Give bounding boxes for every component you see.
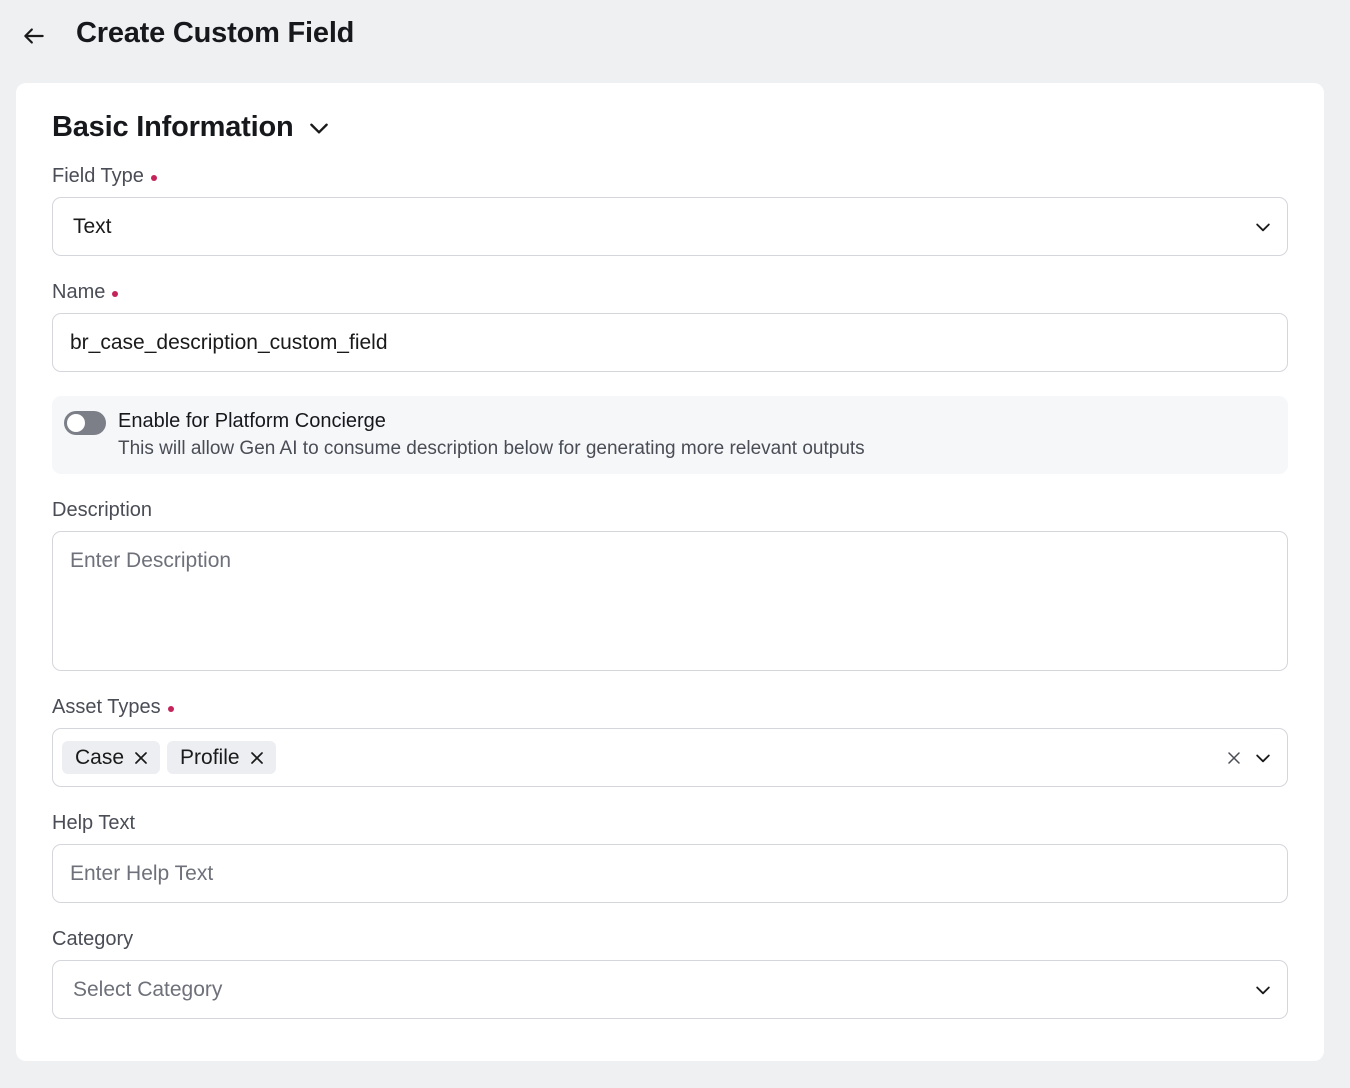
name-input[interactable]: br_case_description_custom_field — [52, 313, 1288, 372]
chevron-down-icon — [1256, 986, 1270, 994]
toggle-knob — [67, 414, 85, 432]
name-label: Name — [52, 281, 119, 304]
name-value: br_case_description_custom_field — [70, 330, 388, 354]
required-indicator — [112, 290, 119, 297]
description-label: Description — [52, 499, 152, 522]
chip-label: Case — [75, 745, 125, 769]
chevron-down-icon — [1256, 223, 1270, 231]
field-type-label-text: Field Type — [52, 165, 144, 187]
concierge-description: This will allow Gen AI to consume descri… — [118, 438, 865, 459]
asset-types-label-text: Asset Types — [52, 696, 161, 718]
category-select[interactable]: Select Category — [52, 960, 1288, 1019]
concierge-toggle[interactable] — [64, 411, 106, 435]
description-label-text: Description — [52, 499, 153, 521]
asset-types-multiselect[interactable]: Case Profile — [52, 728, 1288, 787]
page-header: Create Custom Field — [0, 0, 1350, 76]
chip-label: Profile — [180, 745, 240, 769]
asset-types-label: Asset Types — [52, 696, 174, 719]
required-indicator — [167, 705, 174, 712]
section-toggle-basic-information[interactable]: Basic Information — [52, 111, 332, 144]
field-type-label: Field Type — [52, 165, 157, 188]
page-title: Create Custom Field — [76, 17, 355, 49]
back-button[interactable] — [20, 22, 48, 50]
name-label-text: Name — [52, 281, 106, 303]
description-textarea[interactable]: Enter Description — [52, 531, 1288, 671]
concierge-title: Enable for Platform Concierge — [118, 410, 386, 432]
concierge-panel: Enable for Platform Concierge This will … — [52, 396, 1288, 474]
description-placeholder: Enter Description — [70, 549, 232, 572]
close-icon[interactable] — [134, 751, 148, 765]
arrow-left-icon — [24, 28, 44, 44]
help-text-label: Help Text — [52, 812, 135, 835]
help-text-input[interactable]: Enter Help Text — [52, 844, 1288, 903]
chip-profile: Profile — [167, 741, 276, 774]
category-label: Category — [52, 928, 133, 951]
required-indicator — [150, 174, 157, 181]
field-type-select[interactable]: Text — [52, 197, 1288, 256]
form-card: Basic Information Field Type Text Name b… — [16, 83, 1324, 1061]
category-placeholder: Select Category — [73, 977, 223, 1001]
clear-all-icon[interactable] — [1227, 751, 1241, 765]
close-icon[interactable] — [250, 751, 264, 765]
help-text-placeholder: Enter Help Text — [70, 861, 214, 885]
field-type-value: Text — [73, 214, 112, 238]
chip-case: Case — [62, 741, 161, 774]
section-title: Basic Information — [52, 111, 294, 143]
chevron-down-icon — [1256, 754, 1270, 762]
chevron-down-icon — [309, 123, 328, 134]
category-label-text: Category — [52, 928, 134, 950]
help-text-label-text: Help Text — [52, 812, 136, 834]
